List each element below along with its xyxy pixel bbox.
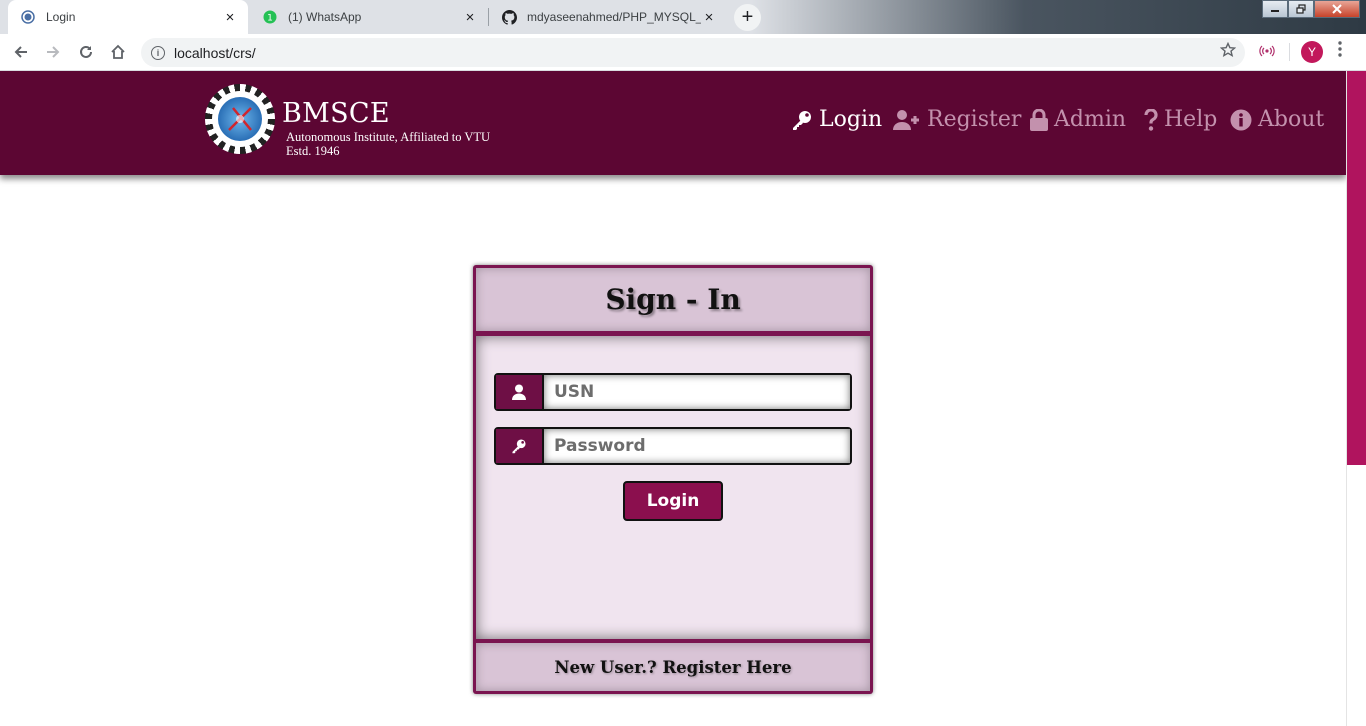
nav-login[interactable]: Login — [791, 107, 882, 132]
user-plus-icon — [893, 109, 921, 131]
restore-icon[interactable] — [1288, 0, 1314, 18]
minimize-icon[interactable] — [1262, 0, 1288, 18]
lock-icon — [1030, 108, 1048, 131]
profile-avatar[interactable]: Y — [1301, 41, 1323, 63]
college-logo — [205, 84, 275, 154]
brand-tagline: Autonomous Institute, Affiliated to VTU … — [286, 130, 490, 158]
browser-toolbar: i localhost/crs/ — [0, 34, 1366, 71]
signin-form: Login — [476, 336, 870, 639]
signin-footer: New User.? Register Here — [476, 643, 870, 691]
usn-field — [494, 373, 852, 411]
toolbar-divider — [1289, 43, 1290, 61]
question-icon — [1144, 108, 1158, 131]
signin-title: Sign - In — [605, 283, 741, 316]
whatsapp-icon: 1 — [262, 9, 278, 25]
address-bar[interactable]: i localhost/crs/ — [141, 38, 1245, 67]
password-input[interactable] — [544, 429, 850, 463]
back-icon[interactable] — [9, 40, 33, 64]
page-viewport: BMSCE Autonomous Institute, Affiliated t… — [0, 71, 1346, 726]
register-link[interactable]: New User.? Register Here — [554, 658, 791, 677]
menu-kebab-icon[interactable] — [1338, 41, 1342, 62]
close-window-icon[interactable] — [1314, 0, 1360, 18]
nav-register[interactable]: Register — [893, 107, 1021, 132]
tagline-established: Estd. 1946 — [286, 144, 340, 158]
scrollbar-thumb[interactable] — [1347, 71, 1366, 465]
signin-card: Sign - In Login New User.? Register Here — [473, 265, 873, 694]
reload-icon[interactable] — [74, 40, 98, 64]
home-icon[interactable] — [106, 40, 130, 64]
tab-strip: Login × 1 (1) WhatsApp × mdyaseenahmed/P… — [0, 0, 1366, 34]
user-icon — [496, 375, 544, 409]
url-text: localhost/crs/ — [174, 44, 256, 61]
key-icon — [791, 109, 813, 131]
site-header: BMSCE Autonomous Institute, Affiliated t… — [0, 71, 1346, 175]
brand-name: BMSCE — [282, 98, 390, 129]
nav-admin-label: Admin — [1054, 107, 1127, 132]
close-tab-icon[interactable]: × — [462, 9, 478, 26]
tab-whatsapp[interactable]: 1 (1) WhatsApp × — [250, 0, 488, 34]
nav-admin[interactable]: Admin — [1030, 107, 1126, 132]
nav-about[interactable]: About — [1230, 107, 1324, 132]
github-icon — [501, 9, 517, 25]
new-tab-button[interactable]: + — [734, 4, 761, 31]
nav-help[interactable]: Help — [1144, 107, 1217, 132]
login-button[interactable]: Login — [623, 481, 723, 521]
close-tab-icon[interactable]: × — [222, 9, 238, 26]
tab-login[interactable]: Login × — [8, 0, 248, 34]
usn-input[interactable] — [544, 375, 850, 409]
tagline-affiliation: Autonomous Institute, Affiliated to VTU — [286, 130, 491, 144]
signin-header: Sign - In — [476, 268, 870, 331]
cast-extension-icon[interactable] — [1259, 45, 1275, 60]
bookmark-star-icon[interactable] — [1219, 41, 1237, 63]
forward-icon[interactable] — [41, 40, 65, 64]
tab-title: Login — [46, 10, 76, 24]
svg-text:1: 1 — [267, 14, 273, 24]
key-icon — [496, 429, 544, 463]
nav-register-label: Register — [927, 107, 1022, 132]
info-icon[interactable]: i — [151, 45, 165, 60]
info-circle-icon — [1230, 109, 1252, 131]
tab-title: (1) WhatsApp — [288, 10, 362, 24]
password-field — [494, 427, 852, 465]
tab-title: mdyaseenahmed/PHP_MYSQL_E — [527, 10, 701, 24]
nav-help-label: Help — [1164, 107, 1218, 132]
nav-about-label: About — [1258, 107, 1325, 132]
window-controls — [1262, 0, 1360, 18]
globe-icon — [20, 9, 36, 25]
tab-github[interactable]: mdyaseenahmed/PHP_MYSQL_E × — [489, 0, 727, 34]
close-tab-icon[interactable]: × — [701, 9, 717, 26]
nav-login-label: Login — [819, 107, 883, 132]
